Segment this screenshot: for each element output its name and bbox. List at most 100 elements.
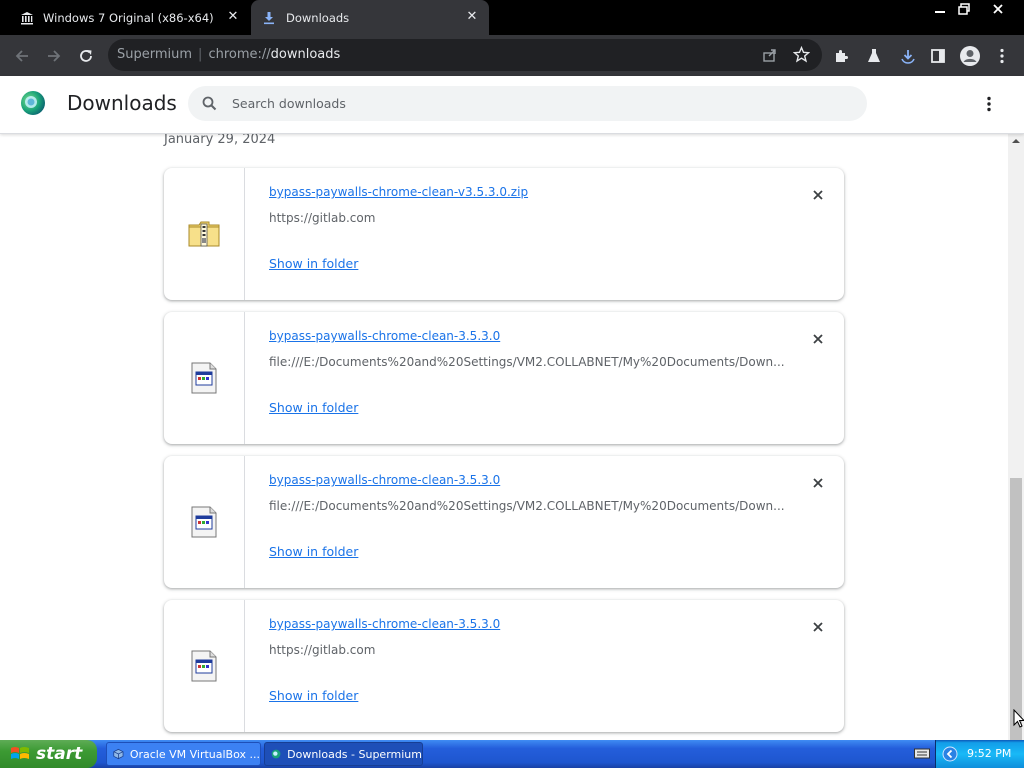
bookmark-button[interactable] (792, 45, 811, 66)
zip-folder-icon (188, 221, 220, 247)
remove-item-button[interactable] (808, 473, 828, 493)
download-item: bypass-paywalls-chrome-clean-3.5.3.0 htt… (164, 600, 844, 732)
vertical-scrollbar[interactable] (1008, 133, 1024, 740)
downloads-toolbar-button[interactable] (895, 43, 921, 69)
file-source-url: file:///E:/Documents%20and%20Settings/VM… (269, 355, 785, 369)
download-item: bypass-paywalls-chrome-clean-3.5.3.0 fil… (164, 312, 844, 444)
remove-item-button[interactable] (808, 329, 828, 349)
file-source-url: https://gitlab.com (269, 211, 376, 225)
taskbar-item-label: Downloads - Supermium (287, 747, 422, 761)
tab-downloads[interactable]: Downloads ✕ (251, 0, 489, 35)
file-name-link[interactable]: bypass-paywalls-chrome-clean-3.5.3.0 (269, 329, 500, 343)
tab-close-icon[interactable]: ✕ (224, 8, 242, 26)
show-in-folder-link[interactable]: Show in folder (269, 688, 358, 703)
close-icon (813, 622, 823, 632)
scroll-thumb[interactable] (1010, 478, 1022, 740)
scroll-up-button[interactable] (1008, 133, 1024, 149)
reload-icon (80, 50, 92, 62)
reload-button[interactable] (73, 43, 99, 69)
download-progress-icon (901, 50, 915, 64)
browser-menu-button[interactable] (989, 43, 1015, 69)
windows-logo-icon (11, 747, 29, 759)
download-icon (264, 11, 274, 24)
url-scheme: chrome:// (208, 47, 271, 62)
file-source-url: file:///E:/Documents%20and%20Settings/VM… (269, 499, 785, 513)
labs-button[interactable] (861, 43, 887, 69)
download-item: bypass-paywalls-chrome-clean-3.5.3.0 fil… (164, 456, 844, 588)
windows-taskbar: start Oracle VM VirtualBox ... Downloads… (0, 740, 1024, 768)
extensions-button[interactable] (829, 43, 855, 69)
side-panel-icon (931, 49, 945, 63)
more-vert-icon (1000, 48, 1004, 64)
search-box[interactable] (188, 86, 867, 121)
puzzle-icon (836, 50, 848, 62)
scroll-up-arrow-icon (1012, 139, 1020, 143)
search-icon (202, 96, 217, 111)
profile-button[interactable] (957, 43, 983, 69)
show-in-folder-link[interactable]: Show in folder (269, 256, 358, 271)
address-separator: | (198, 47, 203, 62)
application-file-icon (191, 506, 217, 538)
file-name-link[interactable]: bypass-paywalls-chrome-clean-3.5.3.0 (269, 473, 500, 487)
mouse-cursor-icon (1013, 709, 1024, 728)
keyboard-icon[interactable] (914, 747, 930, 760)
downloads-menu-button[interactable] (979, 92, 999, 116)
restore-icon (958, 3, 970, 15)
downloads-header: Downloads (0, 76, 1024, 134)
taskbar-item-downloads[interactable]: Downloads - Supermium (264, 742, 423, 766)
minimize-icon (935, 11, 945, 13)
more-vert-icon (987, 96, 991, 112)
share-icon (763, 49, 776, 62)
taskbar-item-label: Oracle VM VirtualBox ... (129, 747, 260, 761)
share-button[interactable] (762, 47, 778, 66)
clock: 9:52 PM (967, 747, 1012, 760)
file-source-url: https://gitlab.com (269, 643, 376, 657)
avatar-icon (960, 46, 980, 66)
start-button[interactable]: start (0, 740, 97, 768)
address-bar[interactable]: Supermium | chrome://downloads (108, 39, 822, 71)
download-item: bypass-paywalls-chrome-clean-v3.5.3.0.zi… (164, 168, 844, 300)
supermium-icon (271, 749, 281, 759)
side-panel-button[interactable] (925, 43, 951, 69)
close-window-button[interactable] (984, 0, 1012, 18)
remove-item-button[interactable] (808, 185, 828, 205)
tab-title: Windows 7 Original (x86-x64) MSDN (43, 10, 215, 25)
url-path: downloads (270, 47, 341, 62)
star-icon (792, 45, 811, 63)
flask-icon (868, 49, 880, 62)
restore-button[interactable] (950, 0, 978, 18)
address-text: Supermium | chrome://downloads (117, 47, 340, 62)
browser-toolbar: Supermium | chrome://downloads (0, 35, 1024, 76)
browser-brand: Supermium (117, 47, 193, 62)
downloads-list: January 29, 2024 bypass-paywalls-chrome-… (0, 133, 1008, 740)
file-icon-cell (164, 456, 245, 588)
page-title: Downloads (67, 91, 177, 115)
file-name-link[interactable]: bypass-paywalls-chrome-clean-v3.5.3.0.zi… (269, 185, 528, 199)
back-button[interactable] (9, 43, 35, 69)
close-icon (993, 4, 1003, 14)
file-icon-cell (164, 312, 245, 444)
bank-icon (21, 11, 33, 24)
tab-strip: Windows 7 Original (x86-x64) MSDN ✕ Down… (0, 0, 1024, 35)
virtualbox-icon (113, 748, 124, 760)
file-icon-cell (164, 168, 245, 300)
file-icon-cell (164, 600, 245, 732)
show-in-folder-link[interactable]: Show in folder (269, 544, 358, 559)
close-icon (813, 334, 823, 344)
show-in-folder-link[interactable]: Show in folder (269, 400, 358, 415)
supermium-logo-icon (21, 91, 45, 115)
date-header: January 29, 2024 (164, 133, 276, 147)
tab-close-icon[interactable]: ✕ (463, 8, 481, 26)
taskbar-item-virtualbox[interactable]: Oracle VM VirtualBox ... (106, 742, 261, 766)
file-name-link[interactable]: bypass-paywalls-chrome-clean-3.5.3.0 (269, 617, 500, 631)
close-icon (813, 190, 823, 200)
application-file-icon (191, 362, 217, 394)
forward-arrow-icon (48, 50, 61, 62)
show-hidden-icons-icon[interactable] (942, 746, 958, 762)
forward-button[interactable] (41, 43, 67, 69)
remove-item-button[interactable] (808, 617, 828, 637)
start-label: start (36, 744, 83, 764)
search-input[interactable] (232, 86, 832, 121)
back-arrow-icon (15, 50, 28, 62)
tab-windows7[interactable]: Windows 7 Original (x86-x64) MSDN ✕ (0, 0, 250, 35)
